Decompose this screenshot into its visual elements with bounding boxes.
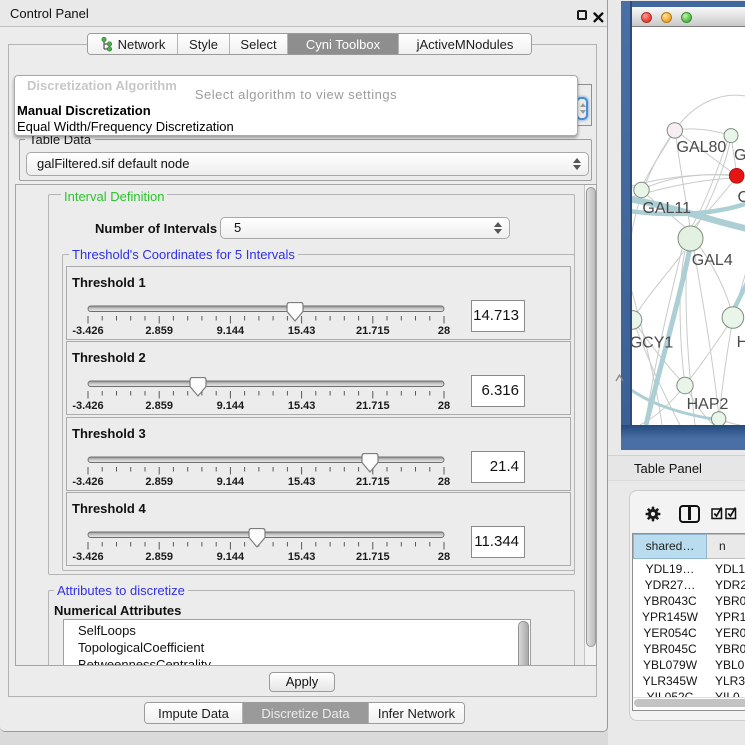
svg-text:28: 28: [438, 325, 450, 337]
svg-text:GAL4: GAL4: [692, 252, 733, 269]
svg-text:-3.426: -3.426: [72, 325, 103, 337]
svg-text:GCY1: GCY1: [632, 335, 673, 352]
svg-text:21.715: 21.715: [356, 476, 390, 488]
svg-text:2.859: 2.859: [145, 476, 173, 488]
svg-text:28: 28: [438, 551, 450, 563]
svg-text:GAL11: GAL11: [642, 200, 691, 217]
svg-text:21.715: 21.715: [356, 551, 390, 563]
svg-text:15.43: 15.43: [288, 476, 316, 488]
svg-text:HAP2: HAP2: [687, 396, 729, 413]
svg-text:15.43: 15.43: [288, 325, 316, 337]
svg-text:21.715: 21.715: [356, 400, 390, 412]
svg-text:2.859: 2.859: [145, 551, 173, 563]
svg-text:-3.426: -3.426: [72, 551, 103, 563]
svg-text:-3.426: -3.426: [72, 400, 103, 412]
svg-text:9.144: 9.144: [217, 400, 245, 412]
svg-text:15.43: 15.43: [288, 551, 316, 563]
svg-text:2.859: 2.859: [145, 325, 173, 337]
svg-text:15.43: 15.43: [288, 400, 316, 412]
svg-text:9.144: 9.144: [217, 551, 245, 563]
svg-text:2.859: 2.859: [145, 400, 173, 412]
svg-text:GA: GA: [734, 147, 745, 164]
svg-text:9.144: 9.144: [217, 325, 245, 337]
svg-text:H: H: [737, 334, 745, 351]
svg-text:-3.426: -3.426: [72, 476, 103, 488]
svg-text:28: 28: [438, 400, 450, 412]
svg-text:28: 28: [438, 476, 450, 488]
svg-text:9.144: 9.144: [217, 476, 245, 488]
svg-text:GAL80: GAL80: [677, 139, 727, 156]
svg-text:21.715: 21.715: [356, 325, 390, 337]
svg-text:C: C: [738, 189, 745, 206]
